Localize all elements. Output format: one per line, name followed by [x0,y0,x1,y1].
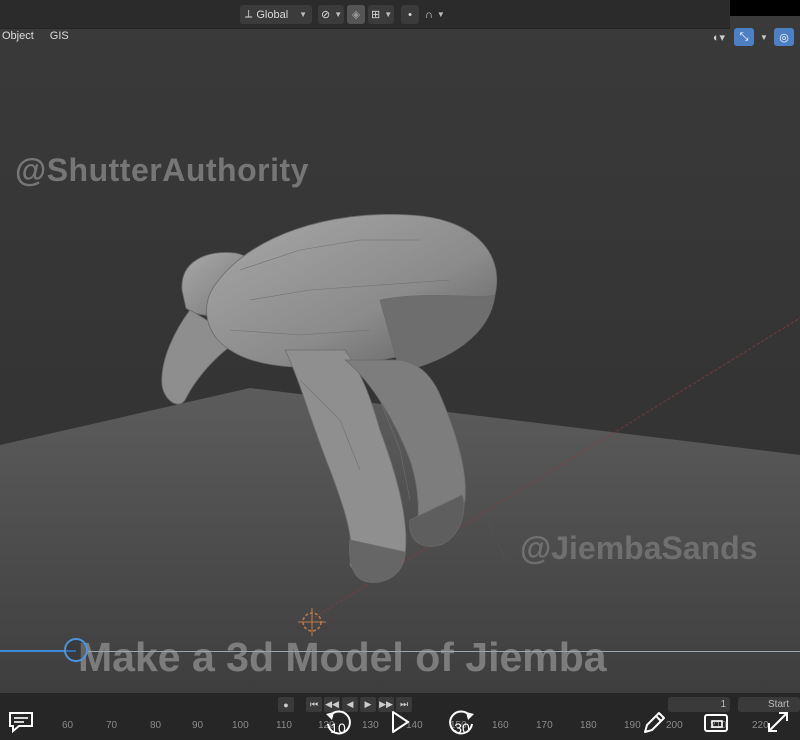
snap-target-dropdown[interactable]: ⊞ ▼ [368,5,394,24]
picture-in-picture-button[interactable] [702,712,730,734]
chevron-down-icon: ▼ [436,10,445,19]
menu-item-object[interactable]: Object [0,30,36,46]
pivot-point-dropdown[interactable]: ⊘ ▼ [318,5,344,24]
gizmo-dropdown[interactable]: ▼ [759,28,769,46]
play-pause-button[interactable] [388,708,412,736]
watermark-top: @ShutterAuthority [15,152,309,188]
snap-toggle[interactable]: ◈ [347,5,365,24]
eye-icon: ◐▾ [712,31,726,44]
fullscreen-button[interactable] [764,708,792,736]
play-icon [392,711,409,733]
watermark-bottom: @JiembaSands [520,530,758,566]
ruler-tick: 200 [666,720,683,731]
edit-button[interactable] [640,710,668,736]
play-button[interactable]: ▶ [360,697,376,712]
viewport-menu: Object GIS [0,30,71,46]
current-frame-field[interactable]: 1 [668,697,730,712]
blender-viewport[interactable]: ⟂ Global ▼ ⊘ ▼ ◈ ⊞ ▼ • ∩ ▼ Object GIS ◐▾… [0,0,800,740]
gizmo-toggle[interactable]: ⤡ [734,28,754,46]
visibility-dropdown[interactable]: ◐▾ [709,28,729,46]
video-caption: Make a 3d Model of Jiemba [78,634,607,680]
falloff-dropdown[interactable]: ∩ ▼ [422,5,448,24]
proportional-editing-toggle[interactable]: • [401,5,419,24]
chevron-down-icon: ▼ [334,10,343,19]
ruler-tick: 80 [150,720,162,731]
snap-target-icon: ⊞ [371,9,381,21]
ruler-tick: 110 [276,720,292,731]
ruler-tick: 160 [492,720,509,731]
pencil-icon [644,712,665,733]
chevron-down-icon: ▼ [299,10,307,19]
menu-item-gis[interactable]: GIS [48,30,71,46]
seek-bar-handle[interactable] [64,638,88,662]
overlays-icon: ◎ [779,31,789,44]
ruler-tick: 70 [106,720,118,731]
gizmo-icon: ⤡ [739,30,749,43]
miniplayer-icon [704,714,728,732]
jump-start-button[interactable]: ⏮ [306,697,322,712]
viewport-overlay-controls: ◐▾ ⤡ ▼ ◎ [709,28,794,46]
chevron-down-icon: ▼ [760,32,768,42]
orientation-icon: ⟂ [245,8,253,20]
viewport-header: ⟂ Global ▼ ⊘ ▼ ◈ ⊞ ▼ • ∩ ▼ [0,0,730,29]
forward-seconds: 30 [454,720,470,736]
ruler-tick: 180 [580,720,597,731]
falloff-curve-icon: ∩ [425,8,433,21]
ruler-tick: 190 [624,720,641,731]
ruler-tick: 130 [362,720,379,731]
captions-icon [9,712,33,733]
overlays-toggle[interactable]: ◎ [774,28,794,46]
pivot-snap-group: ⊘ ▼ ◈ ⊞ ▼ • ∩ ▼ [318,5,448,24]
transform-orientation-label: Global [256,8,289,21]
snap-icon: ◈ [351,9,361,21]
chevron-down-icon: ▼ [384,10,393,19]
proportional-icon: • [408,8,412,21]
window-edge [730,0,800,16]
transform-orientation-dropdown[interactable]: ⟂ Global ▼ [240,5,312,24]
pivot-icon: ⊘ [321,9,331,21]
ruler-tick: 100 [232,720,249,731]
record-button[interactable]: ● [278,697,294,712]
seek-bar-track[interactable] [88,651,800,652]
ruler-tick: 170 [536,720,553,731]
scene-3d [0,214,800,693]
ruler-tick: 90 [192,720,204,731]
captions-button[interactable] [6,710,36,734]
forward-button[interactable]: 30 [446,706,478,738]
rewind-seconds: 10 [330,720,346,736]
transform-orientation-group: ⟂ Global ▼ [240,5,312,24]
expand-icon [768,712,788,732]
ruler-tick: 60 [62,720,74,731]
rewind-button[interactable]: 10 [322,706,354,738]
